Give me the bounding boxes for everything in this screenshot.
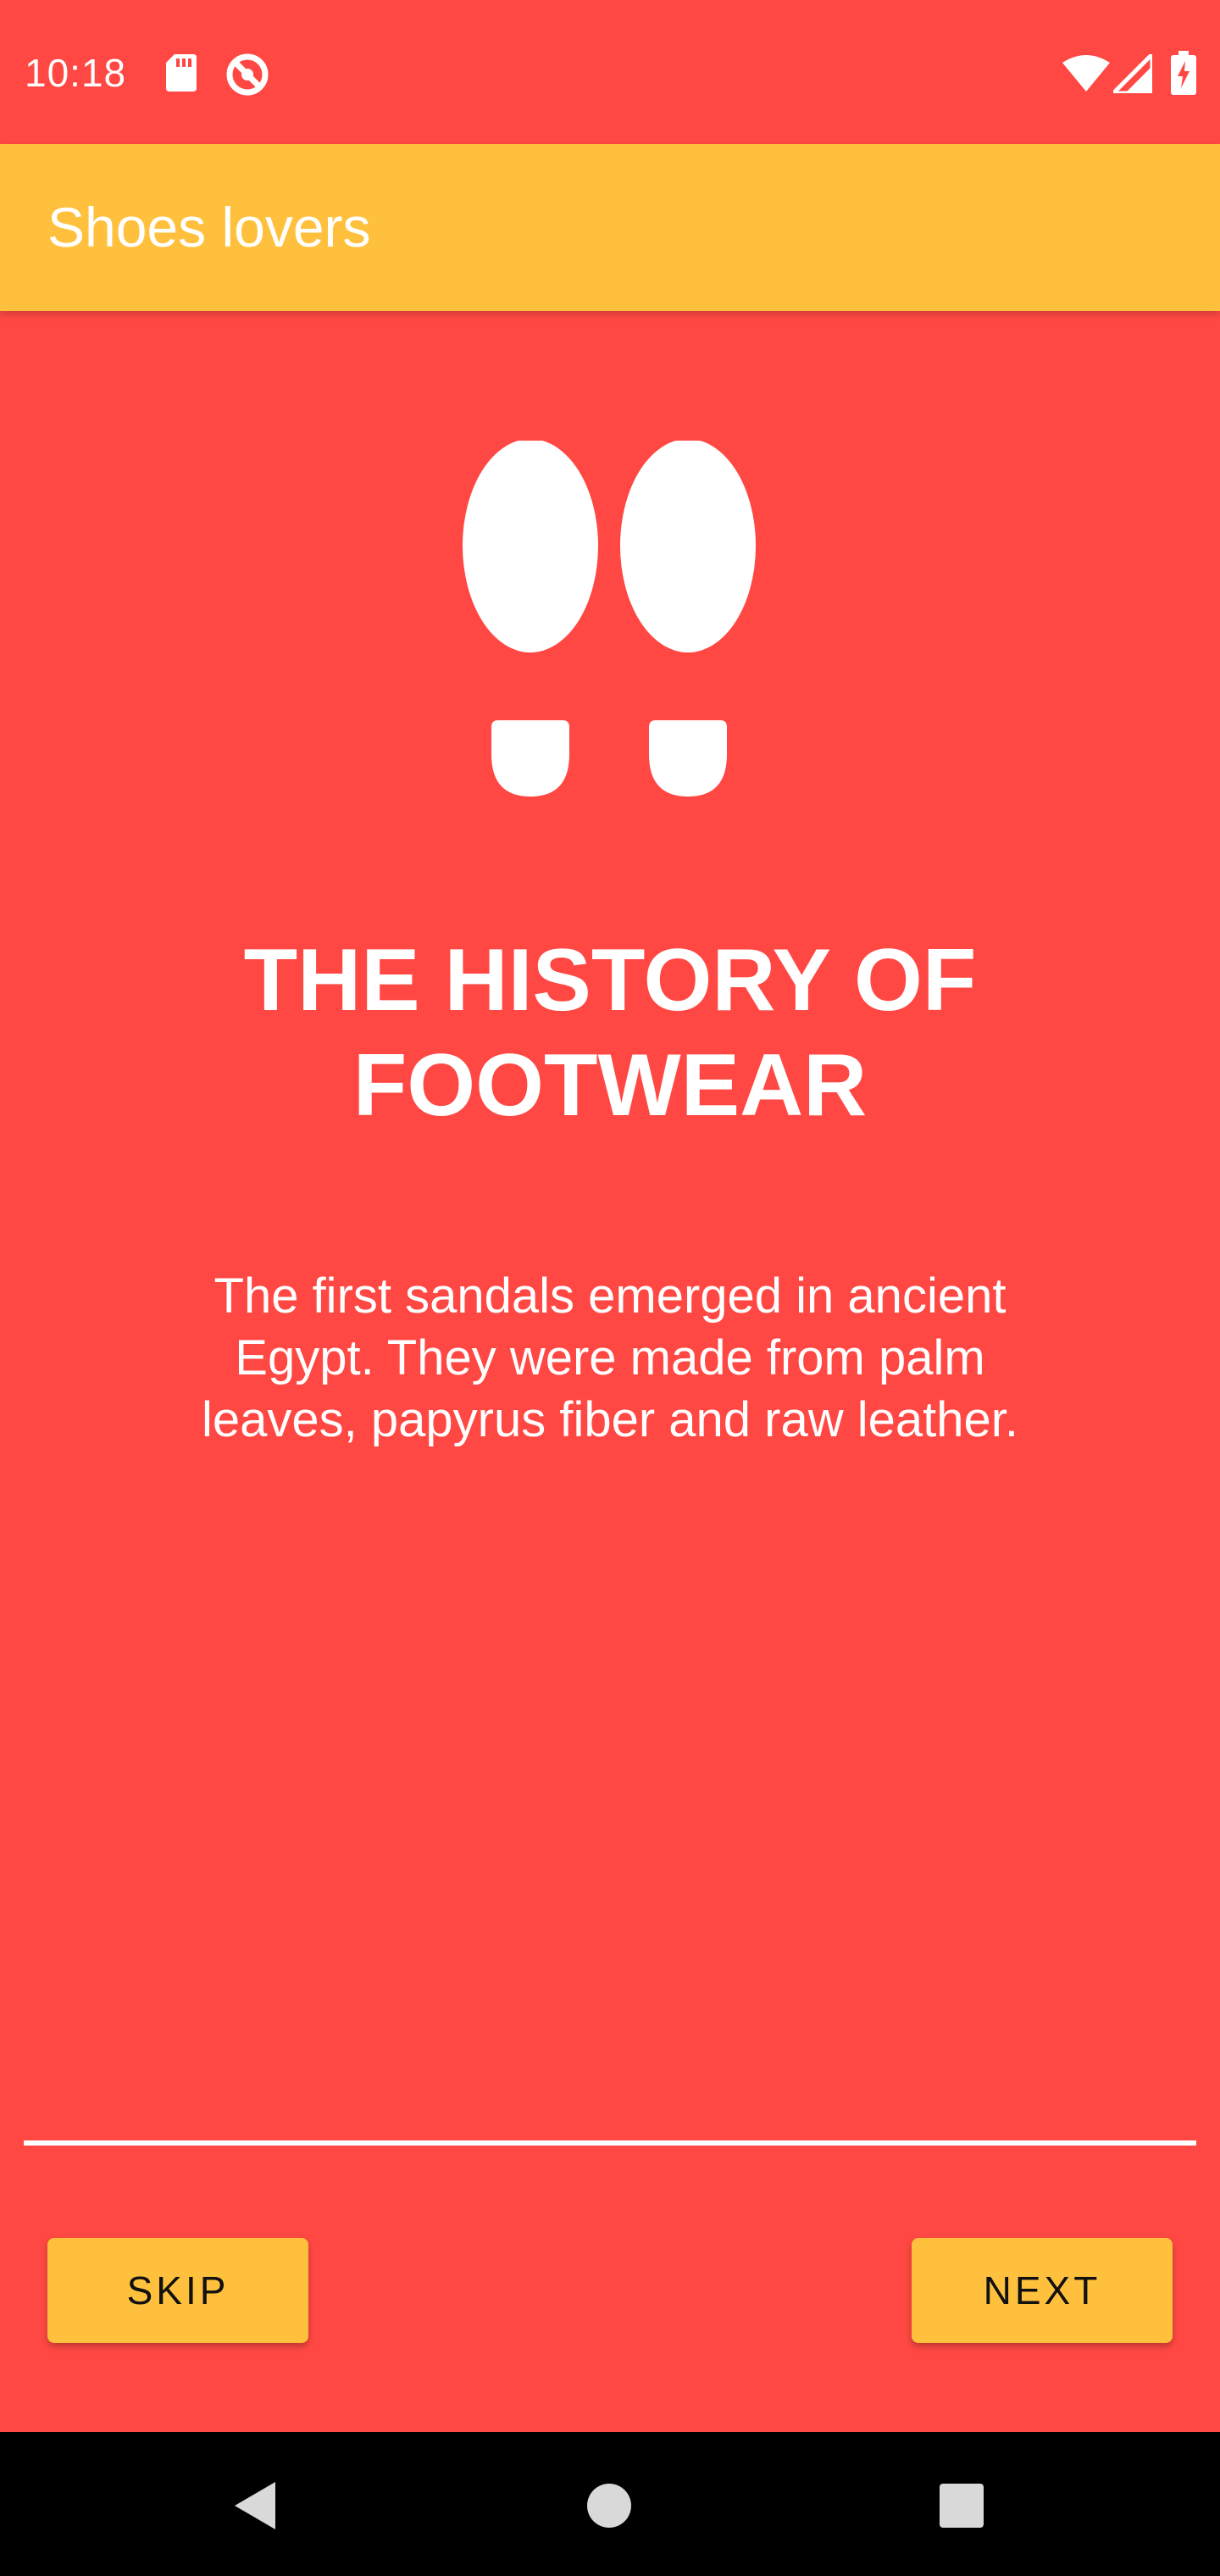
onboarding-headline: THE HISTORY OF FOOTWEAR [243,931,977,1135]
recents-icon[interactable] [915,2459,1008,2552]
wifi-icon [1062,54,1110,96]
battery-charging-icon [1171,51,1196,99]
no-disturb-icon [225,53,269,101]
next-button[interactable]: NEXT [912,2238,1173,2343]
app-bar: Shoes lovers [0,144,1220,311]
app-title: Shoes lovers [47,196,371,258]
skip-button[interactable]: SKIP [47,2238,308,2343]
cell-signal-icon [1107,48,1155,97]
status-time: 10:18 [25,51,127,95]
sd-card-icon [166,54,197,96]
home-icon[interactable] [563,2459,656,2552]
back-icon[interactable] [208,2459,302,2552]
divider [24,2140,1196,2146]
navigation-bar [0,2432,1220,2576]
footprints-icon [458,439,762,805]
status-bar: 10:18 [0,0,1220,144]
onboarding-description: The first sandals emerged in ancient Egy… [202,1269,1018,1447]
